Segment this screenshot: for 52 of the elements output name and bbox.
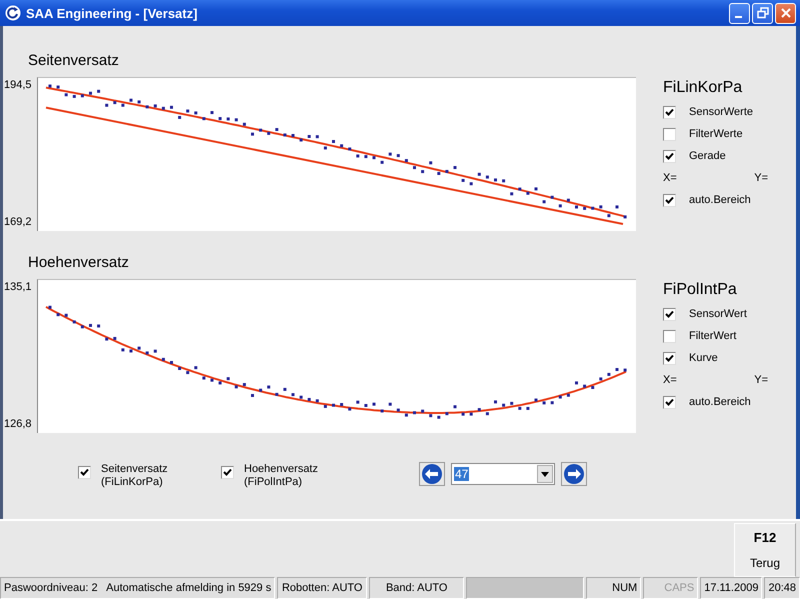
checkbox[interactable]: [221, 466, 234, 479]
minimize-icon: [735, 16, 742, 18]
close-button[interactable]: [775, 2, 796, 24]
dropdown-arrow-icon: [541, 472, 549, 476]
chart-title: Hoehenversatz: [28, 254, 129, 271]
key-indicator: NUM: [586, 577, 642, 599]
refresh-icon: [5, 5, 21, 21]
checkbox-label: SensorWert: [689, 308, 747, 320]
status-panel: Paswoordniveau: 2 Automatische afmelding in 5929 s: [0, 577, 276, 599]
coordinate-label: Y=: [754, 374, 768, 386]
axis-label: 194,5: [4, 79, 33, 91]
window-title: SAA Engineering - [Versatz]: [26, 6, 198, 20]
checkbox-label: Seitenversatz (FiLinKorPa): [101, 463, 168, 489]
checkbox-label: Kurve: [689, 352, 718, 364]
status-time: 20:48: [764, 577, 800, 599]
checkbox[interactable]: [663, 194, 676, 206]
minimize-button[interactable]: [729, 2, 750, 24]
checkbox[interactable]: [663, 150, 676, 162]
panel-title: FiLinKorPa: [663, 79, 744, 97]
axis-label: 126,8: [4, 418, 33, 430]
checkbox-label: FilterWerte: [689, 128, 743, 140]
checkbox-label: auto.Bereich: [689, 194, 751, 206]
checkbox-label: auto.Bereich: [689, 396, 751, 408]
coordinate-label: Y=: [754, 172, 768, 184]
restore-button[interactable]: [752, 2, 773, 24]
key-indicator: CAPS: [643, 577, 698, 599]
axis-label: 169,2: [4, 216, 33, 228]
right-arrow-button[interactable]: [561, 462, 587, 486]
status-panel: Robotten: AUTO: [277, 577, 368, 599]
function-key-button[interactable]: F12 Terug: [734, 523, 796, 577]
coordinate-label: X=: [663, 172, 677, 184]
checkbox[interactable]: [663, 106, 676, 118]
status-date: 17.11.2009: [700, 577, 762, 599]
checkbox-label: Hoehenversatz (FiPolIntPa): [244, 463, 318, 489]
panel-title: FiPolIntPa: [663, 281, 738, 299]
checkbox[interactable]: [663, 330, 676, 342]
checkbox-label: SensorWerte: [689, 106, 753, 118]
axis-label: 135,1: [4, 281, 33, 293]
chart-title: Seitenversatz: [28, 52, 119, 69]
left-arrow-button[interactable]: [419, 462, 445, 486]
checkbox[interactable]: [663, 128, 676, 140]
checkbox[interactable]: [663, 308, 676, 320]
status-panel: Band: AUTO: [369, 577, 464, 599]
checkbox[interactable]: [663, 352, 676, 364]
checkbox-label: Gerade: [689, 150, 726, 162]
checkbox[interactable]: [78, 466, 91, 479]
checkbox-label: FilterWert: [689, 330, 736, 342]
close-icon: [780, 7, 792, 19]
coordinate-label: X=: [663, 374, 677, 386]
restore-icon: [756, 7, 768, 19]
dropdown[interactable]: 47: [451, 463, 555, 485]
checkbox[interactable]: [663, 396, 676, 408]
